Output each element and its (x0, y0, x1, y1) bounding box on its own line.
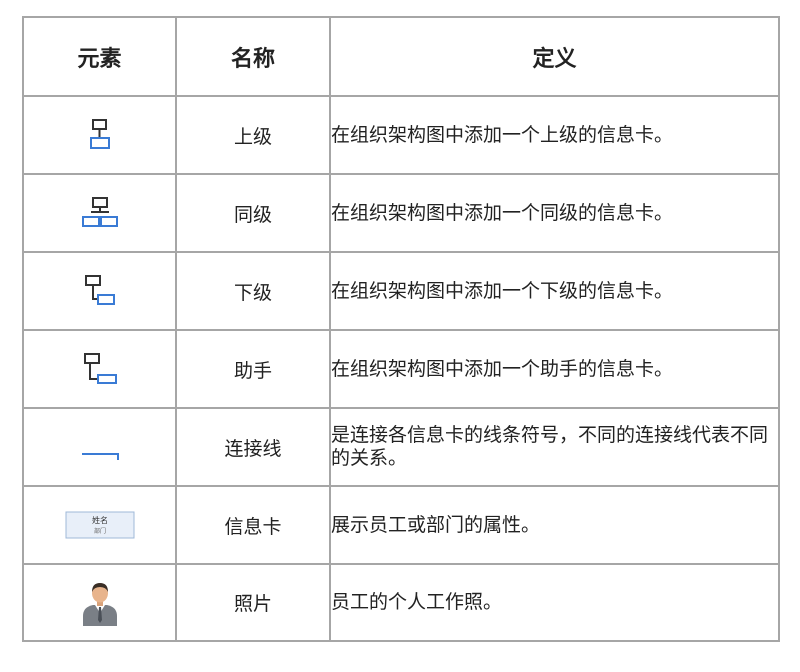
table-row: 姓名 部门 信息卡 展示员工或部门的属性。 (22, 485, 780, 565)
superior-card-icon (89, 119, 110, 149)
element-definition: 展示员工或部门的属性。 (329, 485, 780, 565)
table-row: 同级 在组织架构图中添加一个同级的信息卡。 (22, 173, 780, 253)
header-definition: 定义 (329, 16, 780, 97)
photo-person-icon (82, 582, 117, 626)
table-row: 下级 在组织架构图中添加一个下级的信息卡。 (22, 251, 780, 331)
element-definition: 是连接各信息卡的线条符号，不同的连接线代表不同的关系。 (329, 407, 780, 487)
element-name: 上级 (175, 95, 331, 175)
sibling-card-icon (81, 197, 118, 227)
table-row: 上级 在组织架构图中添加一个上级的信息卡。 (22, 95, 780, 175)
element-definition: 在组织架构图中添加一个同级的信息卡。 (329, 173, 780, 253)
element-definition: 在组织架构图中添加一个上级的信息卡。 (329, 95, 780, 175)
subordinate-card-icon (84, 275, 115, 305)
table-header-row: 元素 名称 定义 (22, 16, 780, 97)
element-definition: 员工的个人工作照。 (329, 563, 780, 642)
org-chart-elements-table: 元素 名称 定义 上级 在组织架构图中添加一个上级的信息卡。 同级 在组织架构图… (22, 16, 780, 642)
info-card-icon: 姓名 部门 (65, 511, 134, 539)
element-name: 照片 (175, 563, 331, 642)
connector-line-icon (81, 453, 119, 460)
header-name: 名称 (175, 16, 331, 97)
element-name: 连接线 (175, 407, 331, 487)
table-row: 助手 在组织架构图中添加一个助手的信息卡。 (22, 329, 780, 409)
element-definition: 在组织架构图中添加一个助手的信息卡。 (329, 329, 780, 409)
element-name: 同级 (175, 173, 331, 253)
header-element: 元素 (22, 16, 177, 97)
element-definition: 在组织架构图中添加一个下级的信息卡。 (329, 251, 780, 331)
element-name: 助手 (175, 329, 331, 409)
assistant-card-icon (83, 353, 117, 384)
info-card-name-text: 姓名 (92, 515, 108, 525)
element-name: 信息卡 (175, 485, 331, 565)
table-row: 连接线 是连接各信息卡的线条符号，不同的连接线代表不同的关系。 (22, 407, 780, 487)
info-card-dept-text: 部门 (93, 527, 105, 535)
element-name: 下级 (175, 251, 331, 331)
table-row: 照片 员工的个人工作照。 (22, 563, 780, 642)
